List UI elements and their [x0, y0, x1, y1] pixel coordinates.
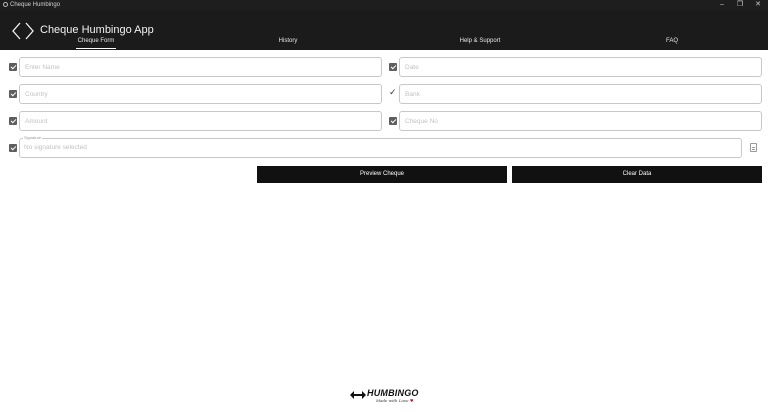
app-icon [3, 2, 8, 7]
tab-label: Help & Support [459, 38, 501, 44]
footer-brand: HUMBINGO Made with Love ♥ [350, 387, 420, 407]
name-input[interactable] [19, 57, 382, 77]
tab-faq[interactable]: FAQ [657, 38, 687, 50]
brand-name: HUMBINGO [367, 388, 419, 398]
clear-data-button[interactable]: Clear Data [512, 166, 762, 183]
amount-input[interactable] [19, 111, 382, 131]
date-checkbox[interactable] [389, 63, 397, 71]
app-title: Cheque Humbingo App [40, 24, 154, 36]
bank-input[interactable] [399, 84, 762, 104]
form-row-name-date [0, 57, 768, 77]
tab-history[interactable]: History [263, 38, 313, 50]
tab-help-support[interactable]: Help & Support [445, 38, 515, 50]
signature-checkbox[interactable] [9, 144, 17, 152]
date-input[interactable] [399, 57, 762, 77]
bank-check-icon[interactable]: ✓ [389, 87, 397, 98]
window-title: Cheque Humbingo [10, 2, 61, 8]
tab-label: FAQ [665, 38, 678, 44]
name-checkbox[interactable] [9, 63, 17, 71]
signature-label: Signature [23, 135, 43, 140]
tab-label: Cheque Form [77, 38, 115, 44]
signature-placeholder: No signature selected [24, 144, 87, 151]
tagline-text: Made with Love [376, 398, 409, 403]
heart-icon: ♥ [409, 398, 414, 403]
cheque-no-input[interactable] [399, 111, 762, 131]
window-titlebar: Cheque Humbingo – ❐ ✕ [0, 0, 768, 10]
tab-label: History [278, 38, 298, 44]
cheque-no-checkbox[interactable] [389, 117, 397, 125]
minimize-icon[interactable]: – [714, 0, 730, 10]
app-logo-icon [12, 22, 34, 40]
country-input[interactable] [19, 84, 382, 104]
file-picker-icon[interactable] [750, 143, 757, 152]
tab-cheque-form[interactable]: Cheque Form [66, 38, 126, 50]
form-row-amount-cheque [0, 111, 768, 131]
form-row-signature: Signature No signature selected [0, 135, 768, 158]
humbingo-logo-icon [350, 391, 366, 399]
form-row-country-bank: ✓ [0, 84, 768, 104]
active-tab-indicator [76, 47, 116, 49]
brand-tagline: Made with Love ♥ [376, 398, 413, 403]
signature-field[interactable] [19, 138, 742, 158]
app-header: Cheque Humbingo App Cheque Form History … [0, 10, 768, 50]
country-checkbox[interactable] [9, 90, 17, 98]
amount-checkbox[interactable] [9, 117, 17, 125]
restore-icon[interactable]: ❐ [732, 0, 748, 10]
close-icon[interactable]: ✕ [750, 0, 766, 10]
preview-cheque-button[interactable]: Preview Cheque [257, 166, 507, 183]
